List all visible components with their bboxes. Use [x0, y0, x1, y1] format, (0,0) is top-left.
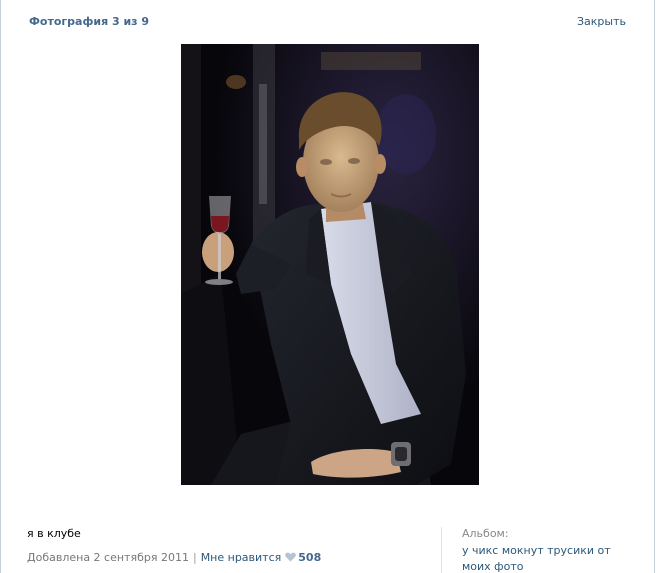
- photo-caption: я в клубе: [27, 527, 81, 540]
- album-link[interactable]: у чикс мокнут трусики от моих фото: [462, 543, 632, 573]
- added-date: Добавлена 2 сентября 2011: [27, 551, 189, 564]
- heart-icon: [285, 552, 297, 562]
- album-label: Альбом:: [462, 527, 509, 540]
- like-label: Мне нравится: [200, 551, 282, 564]
- info-divider: [441, 527, 442, 573]
- main-photo[interactable]: [181, 44, 479, 485]
- like-button[interactable]: Мне нравится 508: [201, 551, 322, 564]
- like-count: 508: [298, 551, 322, 564]
- meta-separator: |: [192, 551, 197, 564]
- photo-meta: Добавлена 2 сентября 2011 | Мне нравится 50…: [27, 551, 321, 564]
- photo-illustration: [181, 44, 479, 485]
- photo-viewer: Фотография 3 из 9 Закрыть я в клубе Доба…: [0, 0, 655, 573]
- close-link[interactable]: Закрыть: [577, 15, 626, 28]
- photo-counter-title: Фотография 3 из 9: [29, 15, 150, 28]
